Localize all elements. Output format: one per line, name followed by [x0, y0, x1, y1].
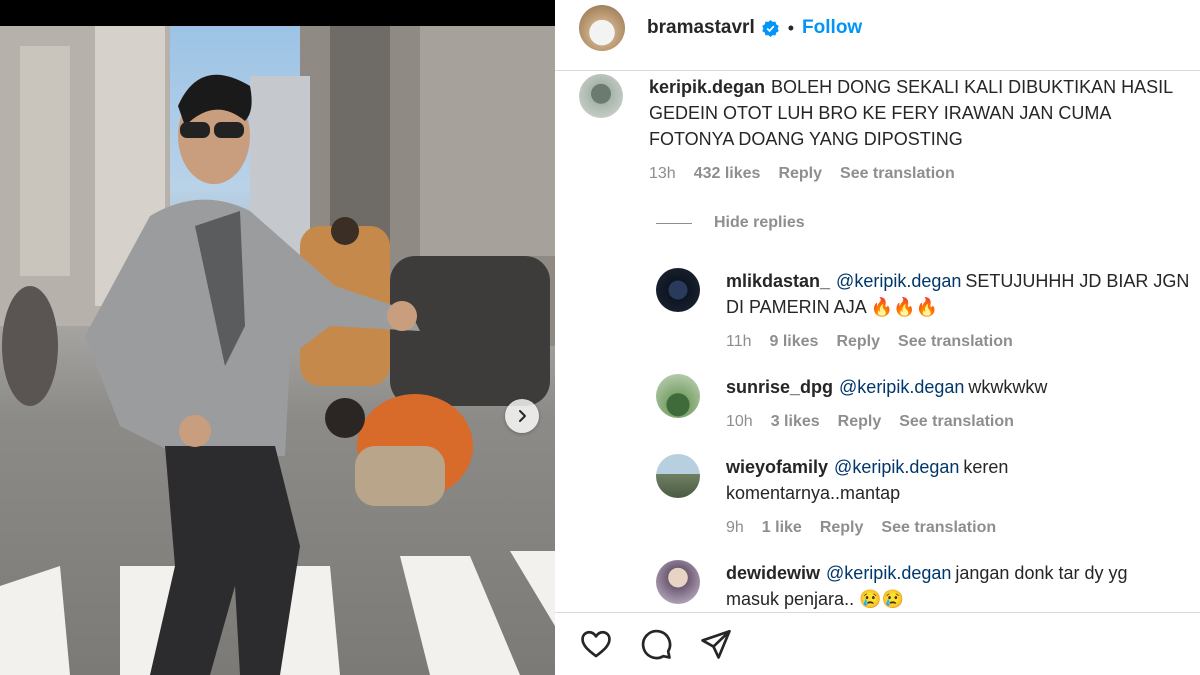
street-photo-illustration — [0, 26, 555, 675]
next-image-button[interactable] — [505, 399, 539, 433]
comment-icon[interactable] — [639, 627, 673, 661]
see-translation-button[interactable]: See translation — [899, 409, 1014, 435]
mention-link[interactable]: @keripik.degan — [836, 271, 961, 291]
commenter-username[interactable]: mlikdastan_ — [726, 271, 830, 291]
author-username[interactable]: bramastavrl — [647, 17, 755, 39]
likes-count[interactable]: 432 likes — [694, 161, 761, 187]
comment-meta: 10h 3 likes Reply See translation — [726, 409, 1196, 435]
comment-body: sunrise_dpg @keripik.degan wkwkwkw 10h 3 l… — [726, 374, 1196, 435]
likes-count[interactable]: 9 likes — [770, 329, 819, 355]
commenter-avatar[interactable] — [579, 74, 623, 118]
mention-link[interactable]: @keripik.degan — [839, 377, 964, 397]
heart-icon[interactable] — [579, 627, 613, 661]
reply-button[interactable]: Reply — [778, 161, 822, 187]
top-bar — [0, 0, 555, 26]
commenter-username[interactable]: sunrise_dpg — [726, 377, 833, 397]
see-translation-button[interactable]: See translation — [840, 161, 955, 187]
see-translation-button[interactable]: See translation — [881, 515, 996, 541]
likes-count[interactable]: 3 likes — [771, 409, 820, 435]
reply-button[interactable]: Reply — [838, 409, 882, 435]
comment-time: 11h — [726, 333, 752, 350]
follow-button[interactable]: Follow — [802, 17, 862, 39]
post-photo[interactable] — [0, 26, 555, 675]
commenter-avatar[interactable] — [656, 560, 700, 604]
replies-line — [656, 222, 692, 224]
see-translation-button[interactable]: See translation — [898, 329, 1013, 355]
reply-comment: wieyofamily @keripik.degan keren komentarn… — [656, 454, 1196, 541]
comment-body: mlikdastan_ @keripik.degan SETUJUHHH JD BI… — [726, 268, 1196, 355]
separator-dot: • — [787, 17, 795, 38]
comment-time: 13h — [649, 165, 676, 182]
mention-link[interactable]: @keripik.degan — [834, 457, 959, 477]
reply-button[interactable]: Reply — [836, 329, 880, 355]
reply-comment: mlikdastan_ @keripik.degan SETUJUHHH JD BI… — [656, 268, 1196, 355]
verified-badge-icon — [761, 19, 779, 37]
post-header: bramastavrl • Follow — [555, 0, 1200, 56]
comment: keripik.degan BOLEH DONG SEKALI KALI DIBU… — [579, 74, 1189, 187]
post-actions — [555, 613, 1200, 675]
hide-replies-label: Hide replies — [714, 214, 805, 231]
comment-body: keripik.degan BOLEH DONG SEKALI KALI DIBU… — [649, 74, 1189, 187]
commenter-username[interactable]: wieyofamily — [726, 457, 828, 477]
comment-meta: 13h 432 likes Reply See translation — [649, 161, 1189, 187]
reply-comment: sunrise_dpg @keripik.degan wkwkwkw 10h 3 l… — [656, 374, 1196, 435]
comment-body: dewidewiw @keripik.degan jangan donk tar d… — [726, 560, 1156, 612]
comment-time: 10h — [726, 413, 753, 430]
reply-button[interactable]: Reply — [820, 515, 864, 541]
chevron-right-icon — [519, 410, 526, 422]
reply-comment: dewidewiw @keripik.degan jangan donk tar d… — [656, 560, 1196, 612]
comment-meta: 11h 9 likes Reply See translation — [726, 329, 1196, 355]
commenter-avatar[interactable] — [656, 454, 700, 498]
commenter-avatar[interactable] — [656, 374, 700, 418]
mention-link[interactable]: @keripik.degan — [826, 563, 951, 583]
commenter-avatar[interactable] — [656, 268, 700, 312]
comment-time: 9h — [726, 519, 744, 536]
comment-meta: 9h 1 like Reply See translation — [726, 515, 1056, 541]
author-avatar[interactable] — [579, 5, 625, 51]
comments-list[interactable]: keripik.degan BOLEH DONG SEKALI KALI DIBU… — [555, 71, 1200, 613]
hide-replies-button[interactable]: Hide replies — [656, 214, 805, 232]
comment-text: wkwkwkw — [968, 377, 1048, 397]
share-icon[interactable] — [699, 627, 733, 661]
comment-body: wieyofamily @keripik.degan keren komentarn… — [726, 454, 1056, 541]
likes-count[interactable]: 1 like — [762, 515, 802, 541]
commenter-username[interactable]: dewidewiw — [726, 563, 820, 583]
commenter-username[interactable]: keripik.degan — [649, 77, 765, 97]
